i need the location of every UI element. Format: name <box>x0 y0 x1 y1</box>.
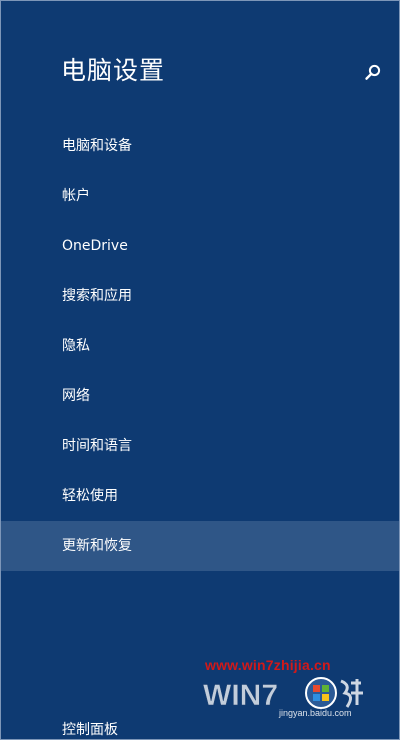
settings-window: 电脑设置 电脑和设备 帐户 OneDrive 搜索和应用 隐私 网络 时间和语言… <box>0 0 400 740</box>
watermark-url: www.win7zhijia.cn <box>205 657 331 673</box>
nav-item-onedrive[interactable]: OneDrive <box>1 221 399 271</box>
svg-text:WIN7: WIN7 <box>203 679 278 711</box>
watermark: www.win7zhijia.cn WIN7 jingyan.baidu.com <box>201 657 391 725</box>
nav-item-pc-and-devices[interactable]: 电脑和设备 <box>1 121 399 171</box>
nav-item-time-and-language[interactable]: 时间和语言 <box>1 421 399 471</box>
nav-item-accounts[interactable]: 帐户 <box>1 171 399 221</box>
search-button[interactable] <box>363 63 383 83</box>
settings-nav: 电脑和设备 帐户 OneDrive 搜索和应用 隐私 网络 时间和语言 轻松使用… <box>1 121 399 571</box>
nav-item-ease-of-access[interactable]: 轻松使用 <box>1 471 399 521</box>
search-icon <box>365 64 381 80</box>
control-panel-link[interactable]: 控制面板 <box>62 719 118 739</box>
page-title: 电脑设置 <box>61 56 166 85</box>
nav-item-search-and-apps[interactable]: 搜索和应用 <box>1 271 399 321</box>
watermark-subtext: jingyan.baidu.com <box>279 708 352 718</box>
nav-item-update-and-recovery[interactable]: 更新和恢复 <box>1 521 399 571</box>
nav-item-privacy[interactable]: 隐私 <box>1 321 399 371</box>
nav-item-network[interactable]: 网络 <box>1 371 399 421</box>
win7-logo-icon: WIN7 <box>203 677 363 711</box>
